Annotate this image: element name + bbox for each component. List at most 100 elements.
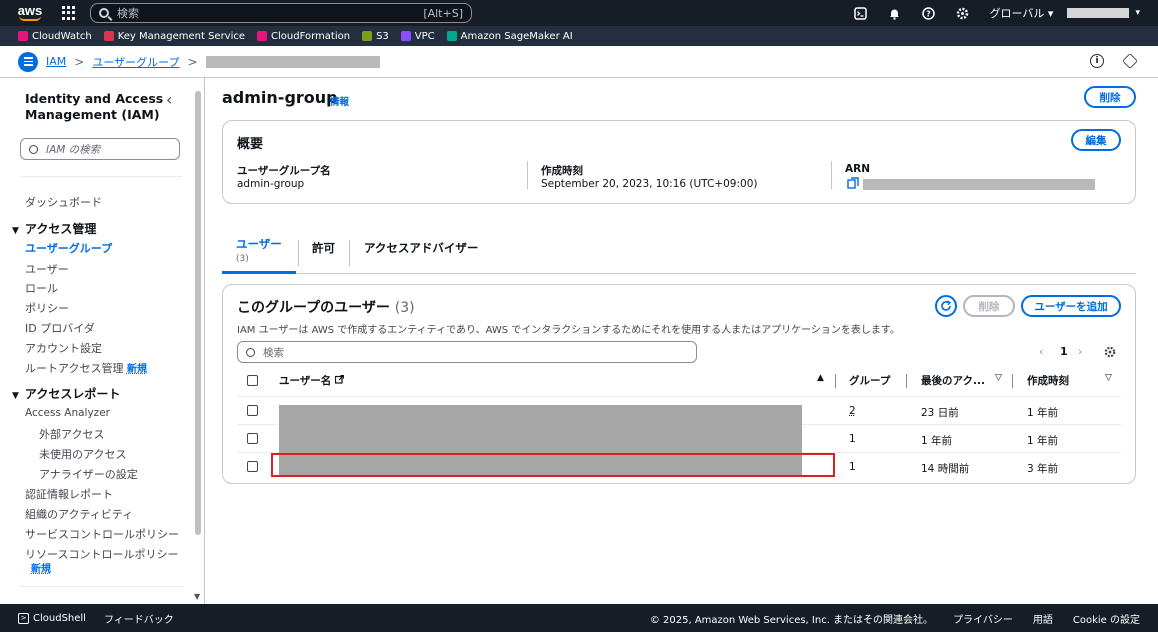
- remove-users-button[interactable]: 削除: [963, 295, 1015, 317]
- cloudshell-icon[interactable]: >: [18, 612, 29, 624]
- users-count: (3): [394, 300, 415, 316]
- sidebar-item-users[interactable]: ユーザー: [25, 261, 69, 277]
- users-description: IAM ユーザーは AWS で作成するエンティティであり、AWS でインタラクシ…: [237, 325, 900, 336]
- column-header-groups[interactable]: グループ: [849, 373, 890, 388]
- breadcrumb-iam[interactable]: IAM: [46, 55, 66, 68]
- users-search-input[interactable]: 検索: [237, 341, 697, 363]
- select-all-checkbox[interactable]: [247, 375, 258, 386]
- tab-permissions[interactable]: 許可: [312, 230, 335, 274]
- sort-ascending-icon[interactable]: ▲: [817, 373, 824, 383]
- sidebar-scrollbar[interactable]: [195, 91, 201, 535]
- breadcrumb-bar: IAM > ユーザーグループ > i: [0, 46, 1158, 78]
- sort-caret-icon[interactable]: ▽: [1105, 373, 1112, 383]
- copy-icon[interactable]: [847, 177, 859, 189]
- sidebar-item-org-activity[interactable]: 組織のアクティビティ: [25, 506, 133, 522]
- bell-icon[interactable]: [878, 0, 912, 26]
- close-sidebar-icon[interactable]: ‹: [166, 90, 172, 109]
- privacy-link[interactable]: プライバシー: [953, 611, 1013, 626]
- favorite-item[interactable]: CloudFormation: [257, 31, 350, 42]
- prev-page-icon[interactable]: ‹: [1039, 345, 1043, 358]
- favorite-item[interactable]: S3: [362, 31, 389, 42]
- column-header-created[interactable]: 作成時刻: [1027, 373, 1069, 388]
- favorite-label: S3: [376, 30, 389, 42]
- group-name-label: ユーザーグループ名: [237, 165, 331, 177]
- terms-link[interactable]: 用語: [1033, 611, 1053, 626]
- sidebar-item-unused-access[interactable]: 未使用のアクセス: [39, 446, 126, 462]
- edit-button[interactable]: 編集: [1071, 129, 1121, 151]
- help-icon[interactable]: ?: [912, 0, 946, 26]
- breadcrumb-user-groups[interactable]: ユーザーグループ: [92, 54, 179, 70]
- region-selector[interactable]: グローバル ▾: [990, 5, 1054, 21]
- group-name-value: admin-group: [237, 178, 305, 190]
- sidebar-item-identity-providers[interactable]: ID プロバイダ: [25, 320, 95, 336]
- gear-icon[interactable]: [946, 0, 980, 26]
- sidebar-item-dashboard[interactable]: ダッシュボード: [25, 194, 102, 210]
- footer-right: © 2025, Amazon Web Services, Inc. またはその関…: [650, 604, 1158, 632]
- summary-panel: 概要 編集 ユーザーグループ名 admin-group 作成時刻 Septemb…: [222, 120, 1136, 204]
- users-search-placeholder: 検索: [263, 346, 284, 359]
- sidebar-search-input[interactable]: IAM の検索: [20, 138, 180, 160]
- divider: [527, 161, 528, 189]
- tab-users[interactable]: ユーザー (3): [222, 230, 296, 274]
- favorite-item[interactable]: CloudWatch: [18, 31, 92, 42]
- cloudshell-link[interactable]: CloudShell: [33, 613, 86, 624]
- favorite-item[interactable]: Key Management Service: [103, 31, 245, 42]
- info-link[interactable]: 情報: [330, 94, 349, 108]
- column-header-last-activity[interactable]: 最後のアク...: [921, 373, 985, 388]
- tab-users-label: ユーザー: [236, 237, 282, 251]
- row-last-activity: 1 年前: [921, 435, 953, 447]
- sidebar-item-account-settings[interactable]: アカウント設定: [25, 340, 102, 356]
- sidebar-item-policies[interactable]: ポリシー: [25, 300, 69, 316]
- divider: [906, 374, 907, 388]
- sidebar-section-access-reports[interactable]: ▼ アクセスレポート: [12, 385, 120, 402]
- sidebar-item-root-access[interactable]: ルートアクセス管理 新規: [25, 360, 147, 376]
- account-caret-icon[interactable]: ▾: [1135, 8, 1140, 18]
- global-search-input[interactable]: 検索 [Alt+S]: [90, 3, 472, 23]
- cookie-settings-link[interactable]: Cookie の設定: [1073, 611, 1140, 626]
- page-title: admin-group: [222, 88, 338, 107]
- refresh-button[interactable]: [935, 295, 957, 317]
- aws-smile-icon: [19, 16, 41, 21]
- sidebar-item-access-analyzer[interactable]: Access Analyzer: [25, 407, 110, 419]
- sidebar: Identity and Access Management (IAM) ‹ I…: [0, 78, 205, 604]
- scroll-down-icon[interactable]: ▼: [194, 592, 200, 601]
- tabs: ユーザー (3) 許可 アクセスアドバイザー: [222, 230, 1136, 274]
- sidebar-item-user-groups[interactable]: ユーザーグループ: [25, 240, 112, 256]
- created-label: 作成時刻: [541, 165, 583, 177]
- row-checkbox[interactable]: [247, 405, 258, 416]
- table-settings-gear-icon[interactable]: [1104, 346, 1116, 358]
- favorite-label: VPC: [414, 30, 435, 42]
- feedback-link[interactable]: フィードバック: [104, 611, 174, 626]
- service-icon: [400, 31, 411, 41]
- next-page-icon[interactable]: ›: [1078, 345, 1082, 358]
- external-link-icon: [334, 374, 345, 384]
- tab-access-advisor[interactable]: アクセスアドバイザー: [364, 230, 478, 274]
- row-checkbox[interactable]: [247, 461, 258, 472]
- row-groups-link[interactable]: 2: [849, 405, 856, 417]
- sidebar-section-access-management[interactable]: ▼ アクセス管理: [12, 220, 96, 237]
- favorite-item[interactable]: VPC: [400, 30, 435, 42]
- delete-group-button[interactable]: 削除: [1084, 86, 1136, 108]
- add-users-button[interactable]: ユーザーを追加: [1021, 295, 1121, 317]
- sort-caret-icon[interactable]: ▽: [995, 373, 1002, 383]
- info-icon[interactable]: i: [1090, 54, 1104, 68]
- row-created: 1 年前: [1027, 407, 1059, 419]
- page-number[interactable]: 1: [1060, 345, 1068, 358]
- cloudshell-icon[interactable]: [844, 0, 878, 26]
- column-header-username[interactable]: ユーザー名: [279, 373, 345, 388]
- menu-icon[interactable]: [18, 51, 38, 72]
- search-icon: [99, 8, 109, 18]
- row-checkbox[interactable]: [247, 433, 258, 444]
- settings-hex-icon[interactable]: [1122, 53, 1138, 69]
- row-created: 1 年前: [1027, 435, 1059, 447]
- breadcrumb-current-redacted: [205, 55, 380, 68]
- sidebar-item-external-access[interactable]: 外部アクセス: [39, 426, 104, 442]
- sidebar-item-scp[interactable]: サービスコントロールポリシー: [25, 526, 179, 542]
- sidebar-item-analyzer-settings[interactable]: アナライザーの設定: [39, 466, 138, 482]
- account-menu-redacted[interactable]: [1067, 8, 1130, 18]
- sidebar-item-roles[interactable]: ロール: [25, 280, 58, 296]
- aws-logo[interactable]: aws: [10, 0, 50, 26]
- services-grid-icon[interactable]: [62, 6, 76, 20]
- sidebar-item-credential-report[interactable]: 認証情報レポート: [25, 486, 113, 502]
- favorite-item[interactable]: Amazon SageMaker AI: [446, 31, 573, 42]
